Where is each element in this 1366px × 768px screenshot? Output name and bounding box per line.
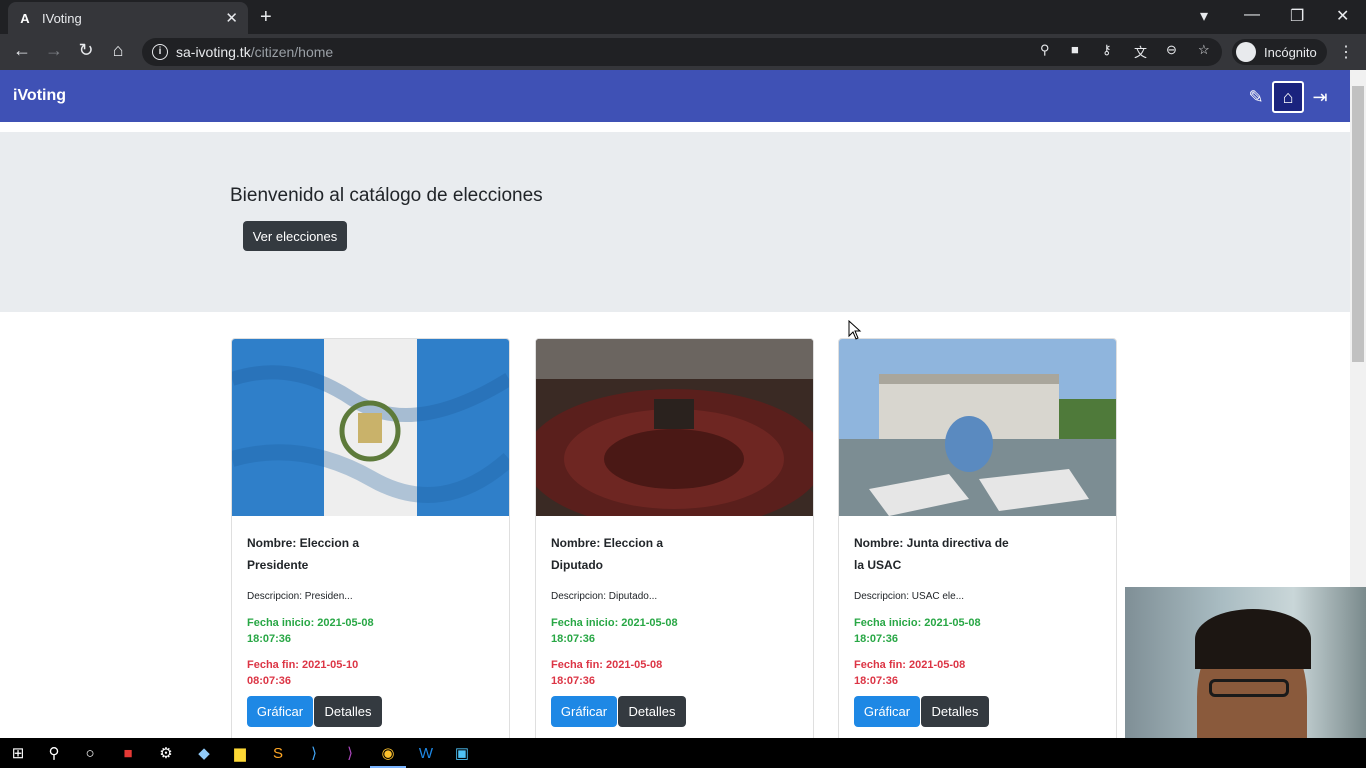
scrollbar-thumb[interactable]: [1352, 86, 1364, 362]
new-tab-icon[interactable]: +: [260, 6, 272, 29]
sublime-text-icon[interactable]: S: [268, 743, 288, 763]
file-explorer-icon[interactable]: ▆: [230, 743, 250, 763]
app-icon-gear[interactable]: ⚙: [156, 743, 176, 763]
close-tab-icon[interactable]: ✕: [225, 9, 238, 27]
details-button[interactable]: Detalles: [314, 696, 382, 727]
election-end-date: Fecha fin: 2021-05-10 08:07:36: [247, 659, 359, 687]
view-elections-button[interactable]: Ver elecciones: [243, 221, 347, 251]
incognito-badge[interactable]: Incógnito: [1232, 39, 1327, 65]
usac-building-image: [839, 339, 1116, 516]
restore-icon[interactable]: ❐: [1290, 6, 1304, 26]
windows-start-icon[interactable]: ⊞: [8, 743, 28, 763]
presenter-hair: [1195, 609, 1311, 669]
presenter-glasses: [1209, 679, 1289, 697]
cortana-icon[interactable]: ○: [80, 743, 100, 763]
visual-studio-icon[interactable]: ⟩: [340, 743, 360, 763]
translate-icon[interactable]: 文: [1134, 42, 1147, 61]
election-start-date: Fecha inicio: 2021-05-08 18:07:36: [551, 617, 678, 645]
election-card: Nombre: Eleccion a Presidente Descripcio…: [231, 338, 510, 738]
forward-icon[interactable]: →: [42, 40, 66, 61]
chart-button[interactable]: Gráficar: [854, 696, 920, 727]
camera-icon[interactable]: ■: [1071, 42, 1079, 57]
key-icon[interactable]: ⚷: [1102, 42, 1112, 58]
bookmark-star-icon[interactable]: ☆: [1198, 42, 1210, 58]
angular-logo-icon: A: [20, 10, 30, 26]
election-name: Nombre: Eleccion a Presidente: [247, 536, 360, 572]
chart-button[interactable]: Gráficar: [551, 696, 617, 727]
browser-toolbar: ← → ↻ ⌂ i sa-ivoting.tk/citizen/home ⚲ ■…: [0, 34, 1366, 70]
election-card: Nombre: Eleccion a Diputado Descripcion:…: [535, 338, 814, 738]
election-description: Descripcion: USAC ele...: [854, 591, 965, 602]
reload-icon[interactable]: ↻: [74, 40, 98, 61]
browser-tab[interactable]: A IVoting ✕: [8, 2, 248, 34]
word-icon[interactable]: W: [416, 743, 436, 763]
election-description: Descripcion: Diputado...: [551, 591, 658, 602]
home-nav-icon[interactable]: ⌂: [1272, 81, 1304, 113]
zoom-icon[interactable]: ⊖: [1166, 42, 1177, 58]
election-end-date: Fecha fin: 2021-05-08 18:07:36: [854, 659, 966, 687]
incognito-icon: [1236, 42, 1256, 62]
chart-button[interactable]: Gráficar: [247, 696, 313, 727]
election-start-date: Fecha inicio: 2021-05-08 18:07:36: [247, 617, 374, 645]
welcome-jumbotron: Bienvenido al catálogo de elecciones Ver…: [0, 132, 1350, 312]
search-icon[interactable]: ⚲: [44, 743, 64, 763]
welcome-title: Bienvenido al catálogo de elecciones: [230, 185, 543, 206]
url-domain: sa-ivoting.tk: [176, 44, 251, 60]
windows-taskbar: ⊞ ⚲ ○ ■ ⚙ ◆ ▆ S ⟩ ⟩ ◉ W ▣: [0, 738, 1366, 768]
menu-kebab-icon[interactable]: ⋮: [1338, 42, 1354, 62]
details-button[interactable]: Detalles: [921, 696, 989, 727]
app-brand[interactable]: iVoting: [13, 87, 66, 105]
election-end-date: Fecha fin: 2021-05-08 18:07:36: [551, 659, 663, 687]
election-card: Nombre: Junta directiva de la USAC Descr…: [838, 338, 1117, 738]
app-icon-red[interactable]: ■: [118, 743, 138, 763]
address-bar[interactable]: i sa-ivoting.tk/citizen/home: [142, 38, 1222, 66]
close-window-icon[interactable]: ✕: [1336, 6, 1349, 26]
tab-title: IVoting: [42, 10, 82, 26]
mouse-cursor-icon: [848, 320, 862, 340]
election-description: Descripcion: Presiden...: [247, 591, 353, 602]
election-name: Nombre: Eleccion a Diputado: [551, 536, 664, 572]
vscode-icon[interactable]: ⟩: [304, 743, 324, 763]
edit-icon[interactable]: ✎: [1240, 81, 1272, 113]
home-icon[interactable]: ⌂: [106, 40, 130, 61]
app-icon-blue[interactable]: ▣: [452, 743, 472, 763]
guatemala-flag-image: [232, 339, 509, 516]
url-path: /citizen/home: [250, 44, 334, 60]
app-header: iVoting ✎ ⌂ ⇥: [0, 70, 1350, 122]
election-start-date: Fecha inicio: 2021-05-08 18:07:36: [854, 617, 981, 645]
details-button[interactable]: Detalles: [618, 696, 686, 727]
app-icon-cube[interactable]: ◆: [194, 743, 214, 763]
incognito-label: Incógnito: [1264, 44, 1317, 60]
logout-icon[interactable]: ⇥: [1304, 81, 1336, 113]
site-info-icon[interactable]: i: [152, 44, 168, 60]
chrome-icon[interactable]: ◉: [370, 743, 406, 768]
congress-chamber-image: [536, 339, 813, 516]
browser-tab-strip: A IVoting ✕ + ▾ — ❐ ✕: [0, 0, 1366, 34]
minimize-icon[interactable]: —: [1244, 6, 1260, 24]
election-name: Nombre: Junta directiva de la USAC: [854, 536, 1009, 572]
back-icon[interactable]: ←: [10, 40, 34, 61]
location-blocked-icon[interactable]: ⚲: [1040, 42, 1050, 58]
tab-search-icon[interactable]: ▾: [1200, 6, 1208, 26]
